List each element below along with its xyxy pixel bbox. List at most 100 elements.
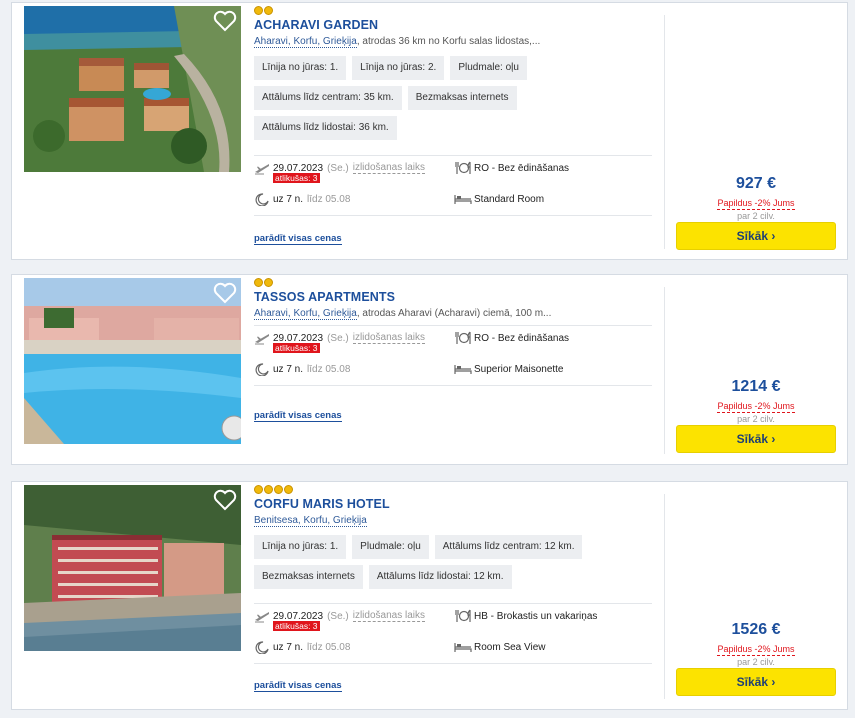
favorite-heart-icon[interactable] bbox=[213, 10, 237, 32]
departure-date: 29.07.2023 bbox=[273, 162, 324, 174]
feature-tag: Bezmaksas internets bbox=[254, 565, 363, 589]
extra-discount[interactable]: Papildus -2% Jums bbox=[717, 401, 795, 413]
price-box: 927 € Papildus -2% Jums par 2 cilv. bbox=[675, 175, 837, 222]
bed-icon bbox=[454, 640, 472, 654]
hotel-location: Aharavi, Korfu, Grieķija, atrodas Aharav… bbox=[254, 308, 552, 320]
per-persons: par 2 cilv. bbox=[737, 414, 775, 424]
room-label: Room Sea View bbox=[474, 641, 546, 653]
discount-wrap: Papildus -2% Jums bbox=[675, 193, 837, 211]
hotel-name[interactable]: CORFU MARIS HOTEL bbox=[254, 497, 390, 511]
nights-row: uz 7 n. līdz 05.08 bbox=[254, 362, 351, 377]
plane-icon bbox=[254, 331, 270, 345]
location-link[interactable]: Aharavi, Korfu, Grieķija bbox=[254, 36, 357, 48]
weekday: (Se.) bbox=[327, 162, 349, 174]
feature-tag: Līnija no jūras: 2. bbox=[352, 56, 445, 80]
plane-icon bbox=[254, 161, 270, 175]
weekday: (Se.) bbox=[327, 332, 349, 344]
discount-wrap: Papildus -2% Jums bbox=[675, 639, 837, 657]
show-all-prices-link[interactable]: parādīt visas cenas bbox=[254, 233, 342, 245]
star-icon bbox=[264, 278, 273, 287]
feature-tag: Attālums līdz centram: 12 km. bbox=[434, 535, 583, 559]
hotel-location: Aharavi, Korfu, Grieķija, atrodas 36 km … bbox=[254, 36, 541, 48]
feature-tags: Līnija no jūras: 1. Līnija no jūras: 2. Pl… bbox=[254, 56, 584, 140]
board-type: HB - Brokastis un vakariņas bbox=[454, 609, 597, 623]
feature-tag: Attālums līdz centram: 35 km. bbox=[254, 86, 402, 110]
price: 927 € bbox=[735, 175, 777, 192]
hotel-name[interactable]: TASSOS APARTMENTS bbox=[254, 290, 395, 304]
extra-discount[interactable]: Papildus -2% Jums bbox=[717, 644, 795, 656]
board-label: RO - Bez ēdināšanas bbox=[474, 162, 570, 174]
star-icon bbox=[254, 6, 263, 15]
price: 1526 € bbox=[731, 621, 781, 638]
departure-date: 29.07.2023 bbox=[273, 332, 324, 344]
hotel-card: ACHARAVI GARDEN Aharavi, Korfu, Grieķija,… bbox=[11, 2, 848, 260]
star-icon bbox=[274, 485, 283, 494]
star-rating bbox=[254, 485, 293, 494]
favorite-heart-icon[interactable] bbox=[213, 489, 237, 511]
hotel-photo[interactable] bbox=[24, 278, 241, 444]
location-description: , atrodas 36 km no Korfu salas lidostas,… bbox=[356, 36, 541, 47]
star-icon bbox=[264, 485, 273, 494]
hotel-list: ACHARAVI GARDEN Aharavi, Korfu, Grieķija,… bbox=[0, 0, 855, 718]
spots-left-badge: atlikušas: 3 bbox=[273, 621, 320, 631]
per-persons: par 2 cilv. bbox=[737, 657, 775, 667]
star-icon bbox=[284, 485, 293, 494]
hotel-info: CORFU MARIS HOTEL Benitsesa, Korfu, Grieķ… bbox=[254, 482, 654, 711]
return-date: līdz 05.08 bbox=[307, 193, 351, 205]
divider bbox=[254, 603, 652, 604]
price-box: 1214 € Papildus -2% Jums par 2 cilv. bbox=[675, 378, 837, 425]
star-icon bbox=[254, 278, 263, 287]
feature-tag: Attālums līdz lidostai: 12 km. bbox=[368, 565, 512, 589]
nights-count: uz 7 n. bbox=[273, 193, 304, 205]
feature-tag: Bezmaksas internets bbox=[407, 86, 517, 110]
location-link[interactable]: Benitsesa, Korfu, Grieķija bbox=[254, 515, 367, 527]
room-label: Superior Maisonette bbox=[474, 363, 564, 375]
star-icon bbox=[254, 485, 263, 494]
hotel-photo[interactable] bbox=[24, 485, 241, 651]
moon-icon bbox=[254, 640, 270, 655]
details-button[interactable]: Sīkāk › bbox=[676, 668, 836, 696]
column-divider bbox=[664, 15, 665, 249]
hotel-name[interactable]: ACHARAVI GARDEN bbox=[254, 18, 378, 32]
location-link[interactable]: Aharavi, Korfu, Grieķija bbox=[254, 308, 357, 320]
location-description: , atrodas Aharavi (Acharavi) ciemā, 100 … bbox=[356, 308, 552, 319]
feature-tag: Līnija no jūras: 1. bbox=[254, 56, 347, 80]
details-button[interactable]: Sīkāk › bbox=[676, 222, 836, 250]
divider bbox=[254, 155, 652, 156]
board-type: RO - Bez ēdināšanas bbox=[454, 161, 569, 175]
room-type: Standard Room bbox=[454, 192, 544, 206]
moon-icon bbox=[254, 192, 270, 207]
discount-wrap: Papildus -2% Jums bbox=[675, 396, 837, 414]
extra-discount[interactable]: Papildus -2% Jums bbox=[717, 198, 795, 210]
room-label: Standard Room bbox=[474, 193, 545, 205]
details-button[interactable]: Sīkāk › bbox=[676, 425, 836, 453]
show-all-prices-link[interactable]: parādīt visas cenas bbox=[254, 410, 342, 422]
show-all-prices-link[interactable]: parādīt visas cenas bbox=[254, 680, 342, 692]
departure-date: 29.07.2023 bbox=[273, 610, 324, 622]
meal-icon bbox=[454, 609, 472, 623]
favorite-heart-icon[interactable] bbox=[213, 282, 237, 304]
nights-count: uz 7 n. bbox=[273, 641, 304, 653]
board-label: HB - Brokastis un vakariņas bbox=[474, 610, 598, 622]
nights-row: uz 7 n. līdz 05.08 bbox=[254, 192, 351, 207]
feature-tag: Pludmale: oļu bbox=[352, 535, 429, 559]
per-persons: par 2 cilv. bbox=[737, 211, 775, 221]
feature-tag: Līnija no jūras: 1. bbox=[254, 535, 347, 559]
nights-count: uz 7 n. bbox=[273, 363, 304, 375]
board-type: RO - Bez ēdināšanas bbox=[454, 331, 569, 345]
weekday: (Se.) bbox=[327, 610, 349, 622]
feature-tag: Attālums līdz lidostai: 36 km. bbox=[254, 116, 397, 140]
hotel-photo[interactable] bbox=[24, 6, 241, 172]
departure-time-link[interactable]: izlidošanas laiks bbox=[352, 332, 425, 344]
return-date: līdz 05.08 bbox=[307, 363, 351, 375]
departure-time-link[interactable]: izlidošanas laiks bbox=[352, 162, 425, 174]
room-type: Room Sea View bbox=[454, 640, 546, 654]
hotel-card: CORFU MARIS HOTEL Benitsesa, Korfu, Grieķ… bbox=[11, 481, 848, 710]
departure-time-link[interactable]: izlidošanas laiks bbox=[352, 610, 425, 622]
star-rating bbox=[254, 6, 273, 15]
column-divider bbox=[664, 287, 665, 454]
hotel-location: Benitsesa, Korfu, Grieķija bbox=[254, 515, 367, 527]
nights-row: uz 7 n. līdz 05.08 bbox=[254, 640, 350, 655]
price-box: 1526 € Papildus -2% Jums par 2 cilv. bbox=[675, 621, 837, 668]
meal-icon bbox=[454, 161, 472, 175]
